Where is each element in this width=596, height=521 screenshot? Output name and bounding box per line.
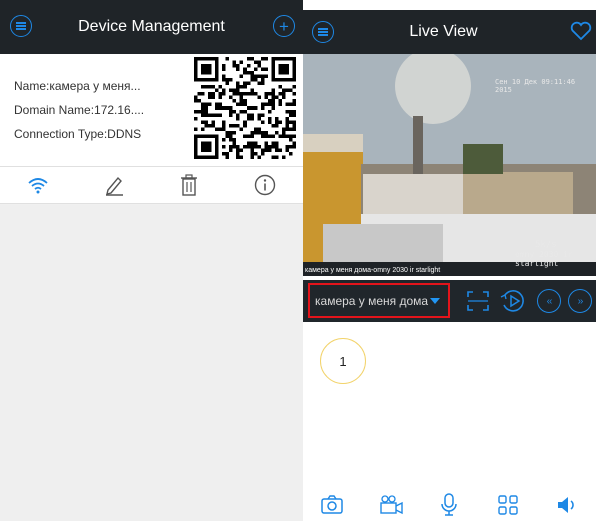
device-management-screen: Device Management + Name:камера у меня..… — [0, 0, 303, 521]
device-connection-type: Connection Type:DDNS — [14, 127, 142, 141]
microphone-icon[interactable] — [420, 492, 479, 517]
speaker-icon[interactable] — [537, 494, 596, 516]
device-name: Name:камера у меня... — [14, 79, 141, 93]
edit-icon[interactable] — [76, 167, 152, 203]
grid-icon[interactable] — [479, 494, 538, 516]
qr-code — [194, 57, 296, 159]
menu-icon[interactable] — [312, 21, 334, 43]
add-icon[interactable]: + — [273, 15, 295, 37]
page-title: Device Management — [78, 18, 225, 35]
camera-select-value: камера у меня дома — [315, 293, 429, 308]
live-view-screen: Live View Сен 10 Дек 09:11:46 2015 omny … — [303, 0, 596, 521]
heart-icon[interactable] — [570, 21, 592, 46]
video-caption: камера у меня дома-omny 2030 ir starligh… — [305, 267, 441, 274]
record-icon[interactable] — [362, 494, 421, 515]
device-actions — [0, 166, 303, 204]
menu-icon[interactable] — [10, 15, 32, 37]
live-controls: камера у меня дома ‹‹ ›› — [303, 280, 596, 322]
video-camera-label: omny 2030 ir starlight — [515, 250, 573, 268]
camera-select[interactable]: камера у меня дома — [308, 283, 450, 318]
info-icon[interactable] — [227, 167, 303, 203]
video-bitrate: 5k/s — [535, 240, 557, 250]
page-title: Live View — [409, 23, 478, 40]
previous-icon[interactable]: ‹‹ — [537, 288, 561, 314]
delete-icon[interactable] — [152, 167, 228, 203]
channel-number: 1 — [339, 353, 347, 369]
device-domain: Domain Name:172.16.... — [14, 103, 145, 117]
device-management-header: Device Management + — [0, 0, 303, 54]
snapshot-icon[interactable] — [303, 494, 362, 515]
channel-area: 1 — [303, 322, 596, 488]
live-video-feed[interactable]: Сен 10 Дек 09:11:46 2015 omny 2030 ir st… — [303, 54, 596, 276]
device-list-empty-area — [0, 205, 303, 521]
channel-1-button[interactable]: 1 — [320, 338, 366, 384]
playback-icon[interactable] — [499, 288, 527, 314]
video-datetime: Сен 10 Дек 09:11:46 2015 — [495, 78, 576, 94]
chevron-down-icon — [430, 297, 441, 304]
next-icon[interactable]: ›› — [568, 288, 592, 314]
live-toolbar — [303, 488, 596, 521]
live-view-header: Live View — [303, 10, 596, 54]
fullscreen-icon[interactable] — [466, 288, 490, 314]
device-card[interactable]: Name:камера у меня... Domain Name:172.16… — [0, 54, 303, 166]
device-info: Name:камера у меня... Domain Name:172.16… — [14, 74, 144, 146]
wifi-icon[interactable] — [0, 167, 76, 203]
